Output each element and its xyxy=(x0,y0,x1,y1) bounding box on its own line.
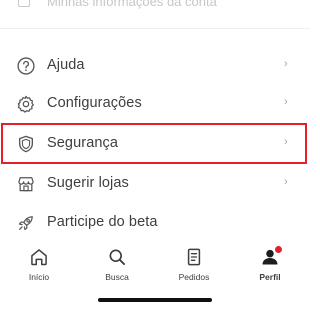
orders-icon xyxy=(187,248,201,266)
tab-home-label: Início xyxy=(28,272,50,282)
section-divider xyxy=(0,28,310,29)
search-icon xyxy=(109,249,126,265)
tab-profile[interactable]: Perfil xyxy=(240,245,300,283)
notification-badge xyxy=(274,245,283,254)
menu-item-help-label: Ajuda xyxy=(47,57,85,73)
store-icon xyxy=(18,177,34,192)
tab-orders[interactable]: Pedidos xyxy=(164,247,224,283)
tab-search-label: Busca xyxy=(105,272,129,282)
selection-highlight-box xyxy=(1,123,307,164)
tab-home[interactable]: Início xyxy=(9,247,69,283)
tab-search[interactable]: Busca xyxy=(87,247,147,283)
help-circle-icon xyxy=(17,57,35,75)
menu-item-beta-label: Participe do beta xyxy=(47,214,158,230)
menu-item-suggest-stores-label: Sugerir lojas xyxy=(47,175,129,191)
chevron-right-icon: › xyxy=(284,176,288,188)
document-icon xyxy=(18,0,30,7)
tab-orders-label: Pedidos xyxy=(178,272,210,282)
home-icon xyxy=(31,249,47,266)
menu-item-account-info[interactable]: Minhas informações da conta xyxy=(0,0,310,10)
home-indicator[interactable] xyxy=(98,298,212,302)
menu-item-settings-label: Configurações xyxy=(47,95,142,111)
rocket-icon xyxy=(18,216,33,231)
gear-icon xyxy=(17,95,34,113)
menu-item-beta[interactable]: Participe do beta xyxy=(0,205,310,241)
tab-profile-label: Perfil xyxy=(259,272,281,282)
chevron-right-icon: › xyxy=(284,58,288,70)
menu-item-settings[interactable]: Configurações › xyxy=(0,86,310,122)
menu-item-help[interactable]: Ajuda › xyxy=(0,48,310,84)
menu-item-account-info-label: Minhas informações da conta xyxy=(47,0,217,9)
chevron-right-icon: › xyxy=(284,96,288,108)
menu-item-suggest-stores[interactable]: Sugerir lojas › xyxy=(0,166,310,202)
